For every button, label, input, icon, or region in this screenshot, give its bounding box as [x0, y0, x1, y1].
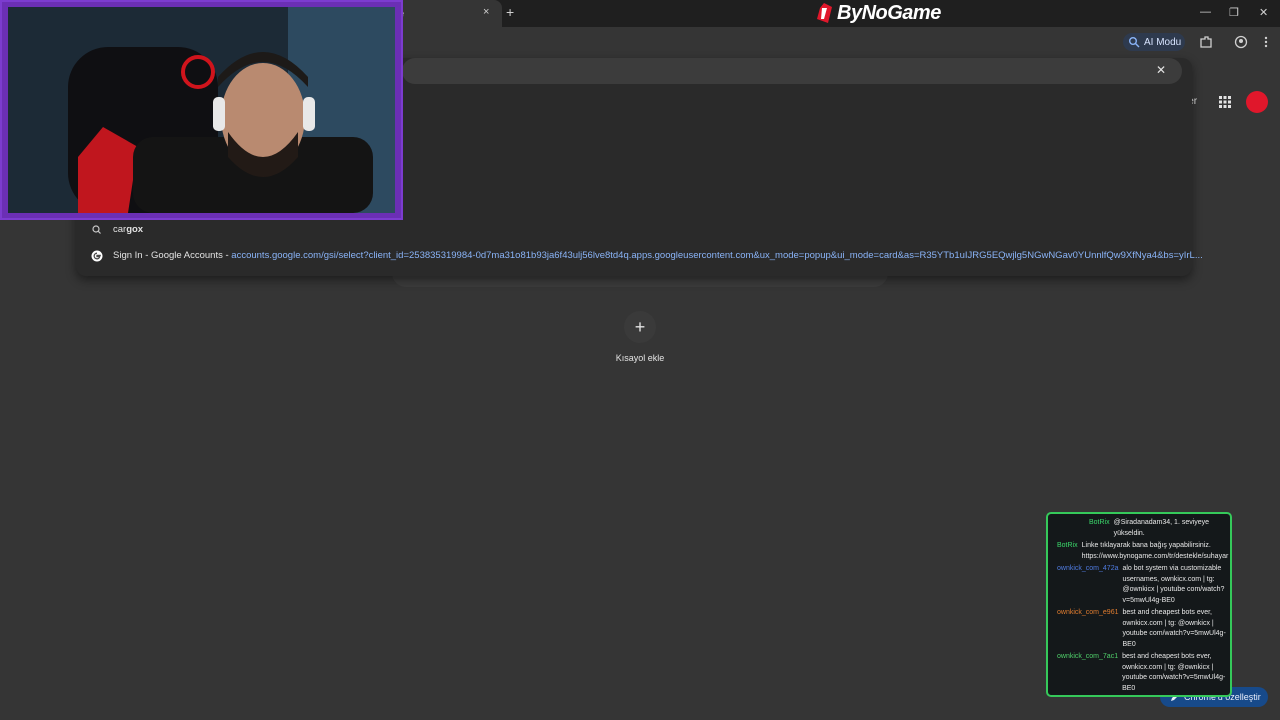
bynogame-mark-icon	[817, 3, 832, 23]
google-apps-icon[interactable]	[1218, 95, 1232, 109]
google-icon	[91, 250, 103, 262]
maximize-button[interactable]: ❐	[1229, 6, 1239, 19]
minimize-button[interactable]: —	[1200, 6, 1211, 18]
chat-text: best and cheapest bots ever, ownkicx.com…	[1122, 653, 1226, 692]
chat-text: Linke tıklayarak bana bağış yapabilirsin…	[1081, 542, 1229, 560]
chat-message: ownkick_com_e961 best and cheapest bots …	[1057, 608, 1228, 650]
screen: e × + ByNoGame — ❐ ✕ AI Modu ler	[0, 0, 1280, 720]
chat-message: ownkick_com_472a alo bot system via cust…	[1057, 564, 1228, 606]
ai-mode-label: AI Modu	[1144, 36, 1182, 48]
suggestion-typed: car	[113, 224, 127, 235]
streamer-webcam-image	[8, 7, 395, 213]
omnibox-clear-button[interactable]: ✕	[1156, 63, 1166, 77]
suggestion-title: Sign In - Google Accounts	[113, 250, 223, 261]
suggestion-text: cargox	[113, 224, 143, 235]
chat-text: @Siradanadam34, 1. seviyeye yükseldin.	[1113, 519, 1210, 537]
omnibox-input[interactable]	[402, 58, 1182, 84]
account-avatar[interactable]	[1246, 91, 1268, 113]
suggestion-url: accounts.google.com/gsi/select?client_id…	[231, 250, 1203, 261]
stream-chat-overlay: BotRix @Siradanadam34, 1. seviyeye yükse…	[1046, 512, 1232, 697]
chat-username: ownkick_com_7ac1	[1057, 653, 1119, 660]
new-tab-button[interactable]: +	[506, 4, 514, 20]
chat-username: ownkick_com_472a	[1057, 565, 1119, 572]
chat-text: alo bot system via customizable username…	[1122, 565, 1225, 604]
plus-icon: +	[634, 316, 646, 337]
menu-dots-icon[interactable]	[1259, 35, 1273, 49]
bynogame-logo: ByNoGame	[814, 1, 941, 25]
suggestion-text: Sign In - Google Accounts - accounts.goo…	[113, 250, 1203, 261]
extensions-icon[interactable]	[1199, 35, 1213, 49]
chat-username: BotRix	[1089, 519, 1110, 526]
close-window-button[interactable]: ✕	[1259, 6, 1268, 19]
tab-close-button[interactable]: ×	[483, 6, 489, 18]
add-shortcut-label: Kısayol ekle	[615, 353, 665, 363]
bynogame-wordmark: ByNoGame	[837, 1, 941, 24]
chat-message: BotRix @Siradanadam34, 1. seviyeye yükse…	[1057, 518, 1228, 539]
profile-icon[interactable]	[1234, 35, 1248, 49]
omnibox-suggestion-url[interactable]: Sign In - Google Accounts - accounts.goo…	[76, 244, 1203, 268]
chat-message: ownkick_com_7ac1 best and cheapest bots …	[1057, 652, 1228, 694]
suggestion-completion: gox	[126, 224, 144, 235]
chat-username: ownkick_com_e961	[1057, 609, 1119, 616]
chat-text: best and cheapest bots ever, ownkicx.com…	[1122, 609, 1226, 648]
sparkle-search-icon	[1129, 37, 1140, 48]
search-icon	[92, 225, 101, 234]
chat-username: BotRix	[1057, 542, 1078, 549]
omnibox-suggestion-query[interactable]: cargox	[76, 218, 1192, 242]
chat-message: BotRix Linke tıklayarak bana bağış yapab…	[1057, 541, 1228, 562]
add-shortcut-button[interactable]: +	[624, 311, 656, 343]
webcam-overlay	[0, 0, 403, 220]
ai-mode-button[interactable]: AI Modu	[1123, 33, 1185, 51]
webcam-video	[8, 7, 395, 213]
